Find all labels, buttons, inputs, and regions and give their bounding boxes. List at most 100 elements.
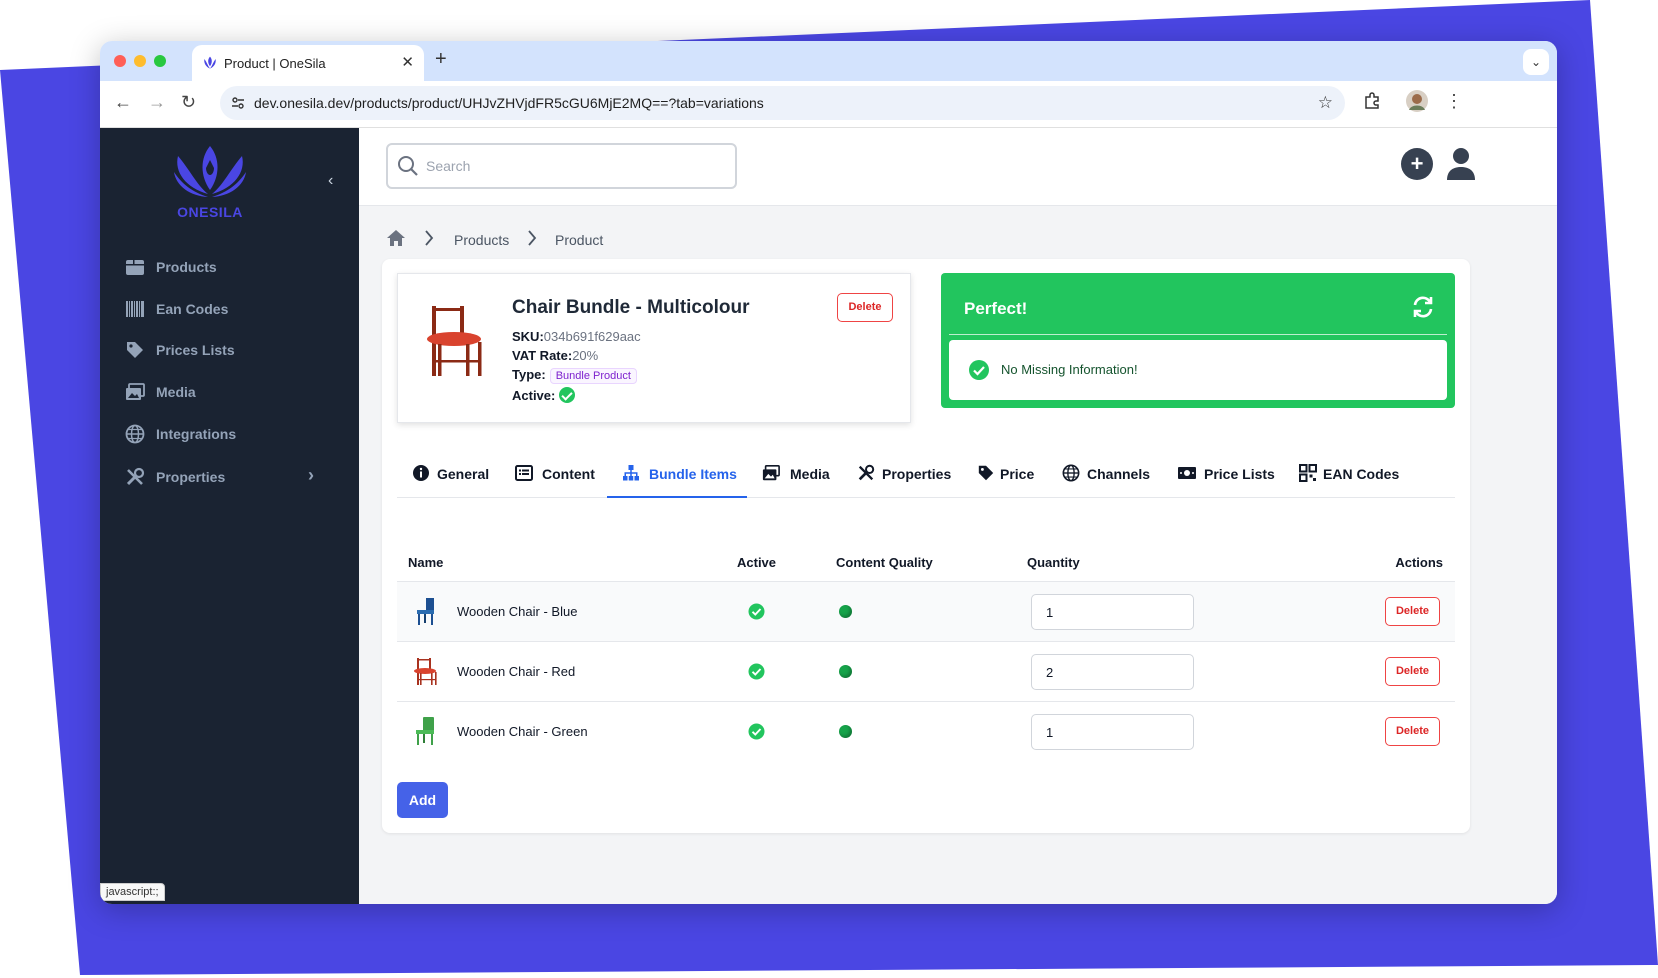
browser-tabbar: Product | OneSila ✕ + ⌄: [100, 41, 1557, 81]
minimize-window-dot[interactable]: [134, 55, 146, 67]
item-name[interactable]: Wooden Chair - Red: [457, 664, 575, 679]
add-item-button[interactable]: Add: [397, 782, 448, 818]
tab-price-lists[interactable]: Price Lists: [1177, 455, 1275, 498]
sidebar-item-label: Ean Codes: [156, 301, 229, 317]
check-circle-icon: [558, 387, 575, 403]
tab-content[interactable]: Content: [515, 455, 597, 498]
bookmark-star-icon[interactable]: ☆: [1318, 93, 1333, 113]
tag-icon: [978, 465, 994, 481]
money-bill-icon: [1178, 467, 1196, 479]
sidebar-item-properties[interactable]: Properties ›: [125, 462, 335, 492]
sitemap-icon: [623, 465, 639, 481]
tab-label: Bundle Items: [649, 466, 737, 482]
sku-label: SKU:: [512, 329, 544, 344]
logo-text: ONESILA: [177, 204, 243, 220]
user-profile-icon[interactable]: [1444, 146, 1478, 182]
tab-ean-codes[interactable]: EAN Codes: [1299, 455, 1399, 498]
tab-media[interactable]: Media: [762, 455, 832, 498]
item-name[interactable]: Wooden Chair - Green: [457, 724, 588, 739]
health-divider: [949, 334, 1447, 335]
tab-search-chevron-icon[interactable]: ⌄: [1523, 49, 1549, 75]
status-url: javascript:;: [100, 883, 165, 901]
breadcrumb-products[interactable]: Products: [454, 232, 509, 248]
info-icon: [413, 465, 429, 481]
tab-label: Price Lists: [1204, 466, 1275, 482]
url-field[interactable]: dev.onesila.dev/products/product/UHJvZHV…: [220, 86, 1345, 120]
check-circle-icon: [748, 603, 765, 620]
table-row: Wooden Chair - Red Delete: [397, 642, 1455, 702]
add-plus-icon[interactable]: +: [1401, 148, 1433, 180]
browser-tab[interactable]: Product | OneSila ✕: [192, 45, 424, 81]
tab-label: General: [437, 466, 490, 482]
sku-row: SKU:034b691f629aac: [512, 329, 641, 344]
col-actions: Actions: [1395, 555, 1443, 570]
quantity-input[interactable]: [1031, 714, 1194, 750]
tab-label: Price: [1000, 466, 1035, 482]
quantity-input[interactable]: [1031, 654, 1194, 690]
reload-icon[interactable]: ↻: [181, 92, 196, 113]
chair-thumbnail: [416, 717, 434, 745]
delete-item-button[interactable]: Delete: [1385, 597, 1440, 626]
refresh-icon[interactable]: [1411, 295, 1435, 319]
product-card: Chair Bundle - Multicolour Delete SKU:03…: [382, 259, 1470, 833]
images-icon: [762, 464, 780, 481]
chair-thumbnail: [414, 658, 437, 685]
col-active: Active: [737, 555, 777, 570]
active-label: Active:: [512, 388, 556, 403]
check-circle-icon: [969, 360, 989, 380]
close-window-dot[interactable]: [114, 55, 126, 67]
check-circle-icon: [748, 663, 765, 680]
product-tabs: General Content Bundle Items Media Prope…: [397, 455, 1455, 498]
health-title: Perfect!: [964, 299, 1028, 318]
delete-product-button[interactable]: Delete: [837, 293, 893, 322]
qrcode-icon: [1299, 464, 1317, 482]
quality-indicator: [839, 605, 852, 618]
sidebar-collapse-icon[interactable]: ‹: [328, 172, 333, 190]
close-tab-icon[interactable]: ✕: [401, 53, 414, 71]
delete-item-button[interactable]: Delete: [1385, 717, 1440, 746]
sidebar-item-ean-codes[interactable]: Ean Codes: [125, 294, 335, 324]
health-panel: Perfect! No Missing Information!: [941, 273, 1455, 408]
back-icon[interactable]: ←: [114, 92, 132, 113]
extensions-icon[interactable]: [1362, 91, 1382, 111]
table-row: Wooden Chair - Blue Delete: [397, 582, 1455, 642]
product-title: Chair Bundle - Multicolour: [512, 297, 750, 318]
zoom-window-dot[interactable]: [154, 55, 166, 67]
tab-properties[interactable]: Properties: [857, 455, 952, 498]
tools-icon: [858, 464, 875, 481]
tab-channels[interactable]: Channels: [1062, 455, 1152, 498]
new-tab-icon[interactable]: +: [435, 48, 447, 71]
site-settings-icon[interactable]: [230, 95, 246, 111]
sidebar: ONESILA ‹ Products Ean Codes Prices List…: [100, 128, 359, 904]
barcode-icon: [126, 301, 144, 317]
sidebar-item-prices-lists[interactable]: Prices Lists: [125, 335, 335, 365]
forward-icon[interactable]: →: [148, 92, 166, 113]
quantity-input[interactable]: [1031, 594, 1194, 630]
tab-general[interactable]: General: [412, 455, 492, 498]
tab-label: Properties: [882, 466, 952, 482]
tools-icon: [126, 467, 145, 486]
breadcrumb-product: Product: [555, 232, 604, 248]
type-badge: Bundle Product: [549, 368, 637, 384]
browser-menu-icon[interactable]: ⋮: [1445, 91, 1463, 112]
address-bar: ← → ↻ dev.onesila.dev/products/product/U…: [100, 81, 1557, 128]
search-input[interactable]: [426, 155, 726, 177]
item-name[interactable]: Wooden Chair - Blue: [457, 604, 577, 619]
delete-item-button[interactable]: Delete: [1385, 657, 1440, 686]
images-icon: [126, 383, 145, 400]
vat-value: 20%: [572, 348, 599, 363]
sidebar-item-label: Integrations: [156, 426, 237, 442]
tag-icon: [127, 342, 143, 358]
onesila-logo: ONESILA: [174, 146, 246, 220]
home-icon[interactable]: [386, 229, 406, 247]
sidebar-item-products[interactable]: Products: [125, 252, 335, 282]
vat-label: VAT Rate:: [512, 348, 573, 363]
sidebar-item-integrations[interactable]: Integrations: [125, 419, 335, 449]
tab-bundle-items[interactable]: Bundle Items: [607, 455, 747, 498]
table-header: Name Active Content Quality Quantity Act…: [397, 542, 1455, 582]
profile-avatar-icon[interactable]: [1405, 89, 1429, 113]
sidebar-item-media[interactable]: Media: [125, 377, 335, 407]
chevron-right-icon: ›: [308, 465, 314, 485]
col-name: Name: [408, 555, 444, 570]
tab-price[interactable]: Price: [977, 455, 1037, 498]
